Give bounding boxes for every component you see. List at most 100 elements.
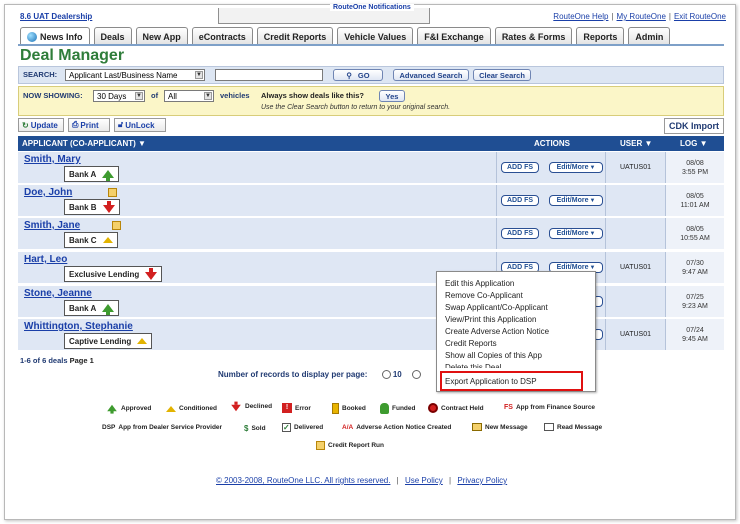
vehicle-filter-select[interactable]: All ▼ (164, 90, 214, 102)
notifications-label: RouteOne Notifications (330, 4, 414, 11)
unlock-button[interactable]: 🔓︎ UnLock (114, 118, 166, 132)
my-routeone-link[interactable]: My RouteOne (617, 12, 666, 21)
privacy-policy-link[interactable]: Privacy Policy (457, 476, 507, 485)
records-per-page: Number of records to display per page: 1… (218, 370, 421, 380)
copyright-link[interactable]: © 2003-2008, RouteOne LLC. All rights re… (216, 476, 390, 485)
update-button[interactable]: ↻ Update (18, 118, 64, 132)
legend-booked: Booked (332, 403, 366, 414)
log-time: 3:55 PM (681, 169, 709, 176)
tab-new-app[interactable]: New App (135, 27, 188, 45)
log-column-header[interactable]: LOG ▼ (680, 139, 708, 148)
lender-box[interactable]: Captive Lending (64, 333, 153, 349)
log-cell: 08/05 11:01 AM (666, 185, 724, 216)
log-date: 08/05 (686, 226, 704, 233)
advanced-search-button[interactable]: Advanced Search (393, 69, 469, 81)
tab-news-info[interactable]: News Info (20, 27, 90, 45)
help-link[interactable]: RouteOne Help (553, 12, 608, 21)
tab-credit-reports[interactable]: Credit Reports (256, 27, 334, 45)
yes-button[interactable]: Yes (379, 90, 405, 102)
deals-table-header: APPLICANT (CO-APPLICANT) ▼ ACTIONS USER … (18, 136, 724, 151)
tab-rates-forms[interactable]: Rates & Forms (494, 27, 573, 45)
exit-link[interactable]: Exit RouteOne (674, 12, 726, 21)
applicant-name-link[interactable]: Smith, Jane (24, 220, 80, 231)
approved-arrow-icon (107, 404, 117, 414)
credit-report-icon[interactable] (112, 221, 121, 230)
log-cell: 08/08 3:55 PM (666, 152, 724, 183)
main-tabs: News Info Deals New App eContracts Credi… (20, 27, 671, 45)
export-highlight-box (440, 371, 583, 391)
edit-more-button[interactable]: Edit/More ▼ (549, 228, 603, 239)
period-select[interactable]: 30 Days ▼ (93, 90, 145, 102)
go-button[interactable]: ⚲ GO (333, 69, 383, 81)
add-fs-button[interactable]: ADD FS (501, 195, 539, 206)
menu-item-view-print[interactable]: View/Print this Application (445, 314, 536, 325)
user-column-header[interactable]: USER ▼ (620, 139, 652, 148)
dropdown-arrow-icon: ▼ (589, 197, 596, 204)
user-cell: UATUS01 (606, 152, 666, 183)
applicant-name-link[interactable]: Hart, Leo (24, 254, 67, 265)
lender-box[interactable]: Exclusive Lending (64, 266, 163, 282)
edit-more-button[interactable]: Edit/More ▼ (549, 195, 603, 206)
lender-box[interactable]: Bank C (64, 232, 118, 248)
per-page-other-radio[interactable] (411, 370, 421, 380)
declined-arrow-icon (231, 401, 241, 412)
legend-conditioned: Conditioned (166, 405, 217, 412)
legend-declined: Declined (230, 401, 272, 412)
applicant-name-link[interactable]: Doe, John (24, 187, 72, 198)
tab-deals[interactable]: Deals (93, 27, 132, 45)
menu-item-remove-coapplicant[interactable]: Remove Co-Applicant (445, 290, 523, 301)
table-row[interactable]: Stone, Jeanne Bank A 07/25 9:23 AM (18, 286, 724, 318)
use-policy-link[interactable]: Use Policy (405, 476, 443, 485)
table-row[interactable]: Whittington, Stephanie Captive Lending UAT… (18, 319, 724, 351)
log-date: 08/08 (686, 160, 704, 167)
lender-name: Bank A (69, 303, 97, 313)
declined-status-icon (102, 201, 115, 213)
legend-credit-report-run: Credit Report Run (316, 441, 384, 450)
sort-down-icon: ▼ (699, 139, 708, 148)
user-cell: UATUS01 (606, 252, 666, 283)
funded-icon (380, 403, 389, 414)
clear-search-hint: Use the Clear Search button to return to… (261, 104, 451, 111)
conditioned-status-icon (137, 338, 148, 344)
edit-more-button[interactable]: Edit/More ▼ (549, 162, 603, 173)
menu-item-credit-reports[interactable]: Credit Reports (445, 338, 497, 349)
menu-item-delete-deal[interactable]: Delete this Deal (445, 362, 501, 368)
search-field-select[interactable]: Applicant Last/Business Name ▼ (65, 69, 205, 81)
menu-item-swap-applicant[interactable]: Swap Applicant/Co-Applicant (445, 302, 548, 313)
applicant-name-link[interactable]: Whittington, Stephanie (24, 321, 133, 332)
print-button[interactable]: ⎙ Print (68, 118, 110, 132)
table-row[interactable]: Smith, Mary Bank A ADD FS Edit/More ▼ UATUS01… (18, 152, 724, 184)
tab-econtracts[interactable]: eContracts (191, 27, 253, 45)
menu-item-adverse-action[interactable]: Create Adverse Action Notice (445, 326, 549, 337)
table-row[interactable]: Smith, Jane Bank C ADD FS Edit/More ▼ 08/05 10… (18, 218, 724, 250)
log-time: 10:55 AM (680, 235, 710, 242)
lender-box[interactable]: Bank A (64, 166, 120, 182)
applicant-column-header[interactable]: APPLICANT (CO-APPLICANT) ▼ (22, 139, 146, 148)
clear-search-button[interactable]: Clear Search (473, 69, 531, 81)
search-input[interactable] (215, 69, 323, 81)
lender-box[interactable]: Bank B (64, 199, 120, 215)
checkbox-icon: ✓ (282, 423, 291, 432)
add-fs-button[interactable]: ADD FS (501, 228, 539, 239)
applicant-name-link[interactable]: Smith, Mary (24, 154, 81, 165)
tab-admin[interactable]: Admin (628, 27, 671, 45)
tab-fi-exchange[interactable]: F&I Exchange (417, 27, 491, 45)
table-row[interactable]: Doe, John Bank B ADD FS Edit/More ▼ 08/05 11:0… (18, 185, 724, 217)
per-page-10-radio[interactable] (381, 370, 391, 380)
table-row[interactable]: Hart, Leo Exclusive Lending ADD FS Edit/Mor… (18, 252, 724, 284)
legend-delivered: ✓ Delivered (282, 423, 324, 432)
user-cell (606, 185, 666, 216)
lender-box[interactable]: Bank A (64, 300, 120, 316)
cdk-import-button[interactable]: CDK Import (664, 118, 724, 134)
log-time: 11:01 AM (680, 202, 710, 209)
dealership-link[interactable]: 8.6 UAT Dealership (20, 12, 92, 21)
applicant-name-link[interactable]: Stone, Jeanne (24, 288, 92, 299)
menu-item-edit-application[interactable]: Edit this Application (445, 278, 514, 289)
tab-vehicle-values[interactable]: Vehicle Values (337, 27, 414, 45)
user-cell: UATUS01 (606, 319, 666, 350)
menu-item-show-copies[interactable]: Show all Copies of this App (445, 350, 542, 361)
legend-new-message: New Message (472, 423, 528, 431)
credit-report-icon[interactable] (108, 188, 117, 197)
tab-reports[interactable]: Reports (576, 27, 625, 45)
add-fs-button[interactable]: ADD FS (501, 162, 539, 173)
